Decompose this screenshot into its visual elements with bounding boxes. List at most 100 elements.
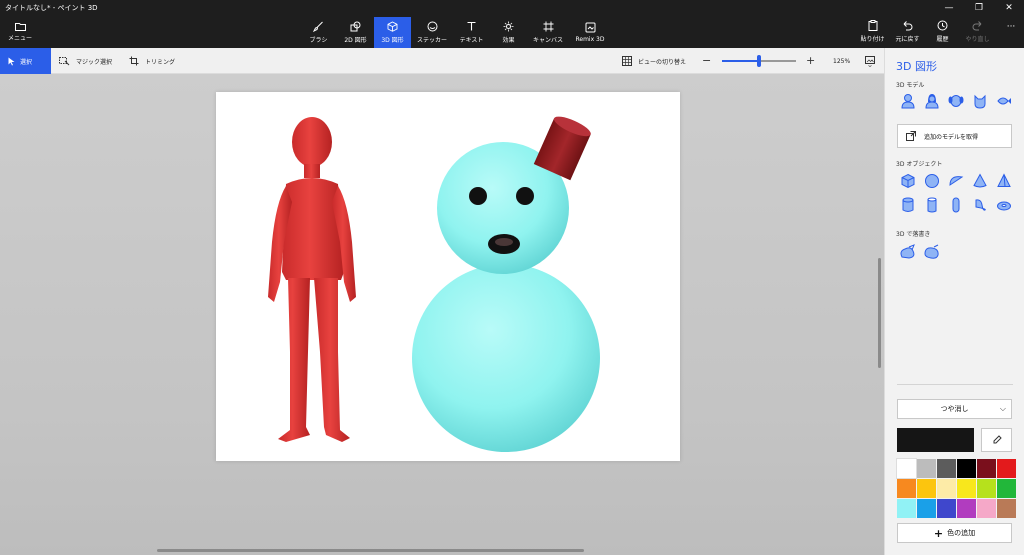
snowman-model[interactable]: [412, 113, 600, 452]
color-swatch-16[interactable]: [977, 499, 996, 518]
color-swatch-14[interactable]: [937, 499, 956, 518]
tool-3d-shapes[interactable]: 3D 図形: [374, 17, 411, 48]
grid-view-icon: [622, 56, 632, 66]
shapes-panel: 3D 図形 3D モデル 追加のモデルを取得 3D オブジェクト 3D で落書き…: [884, 48, 1024, 555]
tool-remix-3d[interactable]: Remix 3D: [569, 17, 611, 48]
2d-shapes-icon: [350, 21, 361, 32]
close-button[interactable]: ✕: [994, 0, 1024, 16]
3d-models-heading: 3D モデル: [896, 82, 925, 89]
view-toggle-button[interactable]: ビューの切り替え: [622, 48, 686, 74]
color-swatch-4[interactable]: [977, 459, 996, 478]
paste-label: 貼り付け: [860, 36, 885, 43]
scene-3d[interactable]: [216, 92, 680, 461]
more-icon: ···: [1006, 22, 1016, 32]
color-swatch-11[interactable]: [997, 479, 1016, 498]
brush-icon: [313, 21, 324, 32]
folder-icon: [14, 22, 26, 31]
zoom-slider-thumb[interactable]: [757, 55, 761, 67]
color-swatch-12[interactable]: [897, 499, 916, 518]
woman-model-icon[interactable]: [923, 92, 941, 110]
clipboard-icon: [868, 20, 878, 31]
color-swatch-10[interactable]: [977, 479, 996, 498]
3d-models-row: [899, 92, 1013, 110]
view-toggle-label: ビューの切り替え: [638, 58, 687, 66]
menu-button[interactable]: メニュー: [6, 22, 34, 46]
fish-model-icon[interactable]: [995, 92, 1013, 110]
tube-shape-icon[interactable]: [923, 196, 941, 214]
color-swatch-2[interactable]: [937, 459, 956, 478]
torus-shape-icon[interactable]: [995, 196, 1013, 214]
zoom-in-button[interactable]: +: [806, 54, 815, 67]
redo-icon: [972, 20, 983, 31]
color-swatch-7[interactable]: [917, 479, 936, 498]
minimize-button[interactable]: —: [934, 0, 964, 16]
tool-effects[interactable]: 効果: [490, 17, 527, 48]
chevron-down-icon: ⌵: [999, 404, 1006, 413]
horizontal-scrollbar[interactable]: [157, 549, 584, 552]
get-more-models-button[interactable]: 追加のモデルを取得: [897, 124, 1012, 148]
crop-label: トリミング: [145, 58, 176, 66]
edit-toolbar: 貼り付け 元に戻す 履歴 やり直し ···: [855, 20, 1024, 48]
color-swatch-13[interactable]: [917, 499, 936, 518]
color-swatch-6[interactable]: [897, 479, 916, 498]
history-button[interactable]: 履歴: [925, 20, 960, 48]
cone-shape-icon[interactable]: [971, 172, 989, 190]
fit-view-button[interactable]: [865, 48, 875, 74]
window-title: タイトルなし* - ペイント 3D: [5, 4, 98, 12]
color-swatch-5[interactable]: [997, 459, 1016, 478]
color-swatch-3[interactable]: [957, 459, 976, 478]
tool-stickers-label: ステッカー: [416, 37, 447, 44]
sharp-doodle-icon[interactable]: [899, 243, 917, 261]
magic-select-button[interactable]: マジック選択: [59, 48, 112, 74]
cursor-icon: [8, 57, 15, 66]
undo-button[interactable]: 元に戻す: [890, 20, 925, 48]
select-button[interactable]: 選択: [0, 48, 51, 74]
undo-icon: [902, 20, 913, 31]
canvas-icon: [543, 21, 554, 32]
person-model[interactable]: [268, 117, 356, 442]
cylinder-shape-icon[interactable]: [899, 196, 917, 214]
sphere-shape-icon[interactable]: [923, 172, 941, 190]
color-swatch-17[interactable]: [997, 499, 1016, 518]
tool-brush[interactable]: ブラシ: [300, 17, 337, 48]
tool-stickers[interactable]: ステッカー: [411, 17, 453, 48]
zoom-slider-fill: [722, 60, 759, 62]
vertical-scrollbar[interactable]: [878, 258, 881, 368]
zoom-out-button[interactable]: −: [702, 54, 711, 67]
paste-button[interactable]: 貼り付け: [855, 20, 890, 48]
tool-2d-shapes[interactable]: 2D 図形: [337, 17, 374, 48]
zoom-slider[interactable]: [722, 55, 796, 67]
finish-dropdown[interactable]: つや消し ⌵: [897, 399, 1012, 419]
drawing-canvas[interactable]: [216, 92, 680, 461]
dog-model-icon[interactable]: [947, 92, 965, 110]
soft-doodle-icon[interactable]: [923, 243, 941, 261]
tool-text[interactable]: テキスト: [453, 17, 490, 48]
bean-shape-icon[interactable]: [971, 196, 989, 214]
color-swatch-0[interactable]: [896, 458, 917, 479]
more-button[interactable]: ···: [995, 20, 1024, 48]
redo-button[interactable]: やり直し: [960, 20, 995, 48]
pyramid-shape-icon[interactable]: [995, 172, 1013, 190]
maximize-button[interactable]: ❐: [964, 0, 994, 16]
select-label: 選択: [20, 58, 33, 66]
cube-shape-icon[interactable]: [899, 172, 917, 190]
eyedropper-button[interactable]: [981, 428, 1012, 452]
add-color-button[interactable]: + 色の追加: [897, 523, 1012, 543]
zoom-level: 125%: [833, 57, 851, 65]
3d-doodle-heading: 3D で落書き: [896, 231, 931, 238]
hemisphere-shape-icon[interactable]: [947, 172, 965, 190]
main-toolbar: ブラシ 2D 図形 3D 図形 ステッカー テキスト 効果 キャンバス Remi…: [300, 17, 611, 48]
crop-button[interactable]: トリミング: [129, 48, 175, 74]
current-color-swatch[interactable]: [897, 428, 974, 452]
tool-remix-label: Remix 3D: [575, 36, 605, 43]
tool-canvas[interactable]: キャンバス: [527, 17, 569, 48]
color-swatch-9[interactable]: [957, 479, 976, 498]
cat-model-icon[interactable]: [971, 92, 989, 110]
color-swatch-8[interactable]: [937, 479, 956, 498]
man-model-icon[interactable]: [899, 92, 917, 110]
color-swatch-15[interactable]: [957, 499, 976, 518]
menu-label: メニュー: [7, 35, 32, 42]
capsule-shape-icon[interactable]: [947, 196, 965, 214]
color-swatch-1[interactable]: [917, 459, 936, 478]
history-icon: [937, 20, 948, 31]
